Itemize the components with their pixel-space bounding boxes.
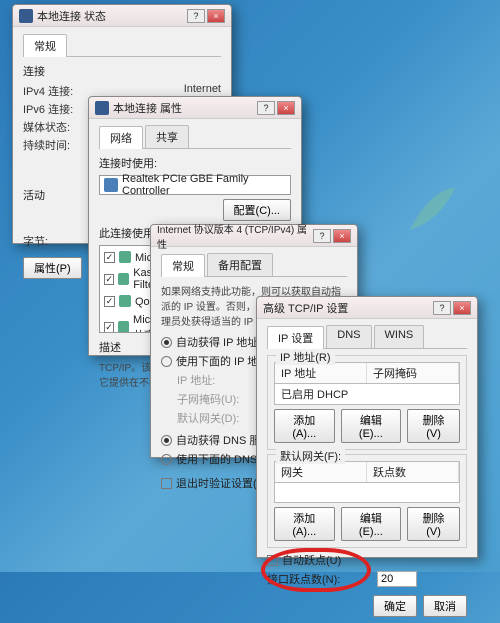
ok-button[interactable]: 确定 [373, 595, 417, 617]
tab-general[interactable]: 常规 [23, 34, 67, 57]
tab-dns[interactable]: DNS [326, 325, 371, 348]
tab-sharing[interactable]: 共享 [145, 125, 189, 148]
help-button[interactable]: ? [433, 301, 451, 315]
gw-edit-button[interactable]: 编辑(E)... [341, 507, 402, 541]
gw-add-button[interactable]: 添加(A)... [274, 507, 335, 541]
ip-edit-button[interactable]: 编辑(E)... [341, 409, 402, 443]
network-icon [19, 9, 33, 23]
auto-dns-radio[interactable] [161, 435, 172, 446]
help-button[interactable]: ? [187, 9, 205, 23]
col-mask: 子网掩码 [367, 363, 459, 383]
network-icon [95, 101, 109, 115]
col-ip: IP 地址 [275, 363, 367, 383]
close-button[interactable]: × [277, 101, 295, 115]
close-button[interactable]: × [207, 9, 225, 23]
close-button[interactable]: × [333, 229, 351, 243]
component-icon [118, 321, 129, 333]
tab-wins[interactable]: WINS [374, 325, 425, 348]
adapter-dropdown[interactable]: Realtek PCIe GBE Family Controller [99, 175, 291, 195]
dlg1-title: 本地连接 状态 [37, 8, 187, 24]
ip-grid-body[interactable]: 已启用 DHCP [274, 384, 460, 405]
adapter-icon [104, 178, 118, 192]
cancel-button[interactable]: 取消 [423, 595, 467, 617]
dlg4-titlebar[interactable]: 高级 TCP/IP 设置 ? × [257, 297, 477, 319]
close-button[interactable]: × [453, 301, 471, 315]
if-metric-label: 接口跃点数(N): [267, 571, 377, 587]
if-metric-input[interactable] [377, 571, 417, 587]
adapter-name: Realtek PCIe GBE Family Controller [122, 173, 286, 197]
auto-metric-label: 自动跃点(U) [282, 552, 341, 568]
dlg3-titlebar[interactable]: Internet 协议版本 4 (TCP/IPv4) 属性 ? × [151, 225, 357, 247]
help-button[interactable]: ? [257, 101, 275, 115]
ip-group-label: IP 地址(R) [276, 349, 335, 365]
dlg1-titlebar[interactable]: 本地连接 状态 ? × [13, 5, 231, 27]
validate-checkbox[interactable] [161, 478, 172, 489]
tab-alt[interactable]: 备用配置 [207, 253, 273, 276]
connect-using-label: 连接时使用: [99, 155, 291, 171]
properties-button[interactable]: 属性(P) [23, 257, 82, 279]
dlg2-titlebar[interactable]: 本地连接 属性 ? × [89, 97, 301, 119]
component-icon [118, 273, 129, 285]
tab-network[interactable]: 网络 [99, 126, 143, 149]
component-icon [119, 251, 131, 263]
dlg3-title: Internet 协议版本 4 (TCP/IPv4) 属性 [157, 221, 313, 251]
ip-del-button[interactable]: 删除(V) [407, 409, 460, 443]
dlg2-title: 本地连接 属性 [113, 100, 257, 116]
col-gw: 网关 [275, 462, 367, 482]
gw-del-button[interactable]: 删除(V) [407, 507, 460, 541]
col-metric: 跃点数 [367, 462, 459, 482]
component-icon [119, 295, 131, 307]
manual-ip-radio[interactable] [161, 356, 172, 367]
auto-metric-checkbox[interactable] [267, 555, 278, 566]
tab-general[interactable]: 常规 [161, 254, 205, 277]
validate-label: 退出时验证设置(L) [176, 475, 266, 491]
gw-group-label: 默认网关(F): [276, 448, 345, 464]
manual-dns-radio[interactable] [161, 454, 172, 465]
auto-ip-radio[interactable] [161, 337, 172, 348]
configure-button[interactable]: 配置(C)... [223, 199, 291, 221]
dlg4-title: 高级 TCP/IP 设置 [263, 300, 433, 316]
help-button[interactable]: ? [313, 229, 331, 243]
gw-grid-body[interactable] [274, 483, 460, 503]
tab-ip-settings[interactable]: IP 设置 [267, 326, 324, 349]
ip-add-button[interactable]: 添加(A)... [274, 409, 335, 443]
connection-label: 连接 [23, 63, 221, 79]
